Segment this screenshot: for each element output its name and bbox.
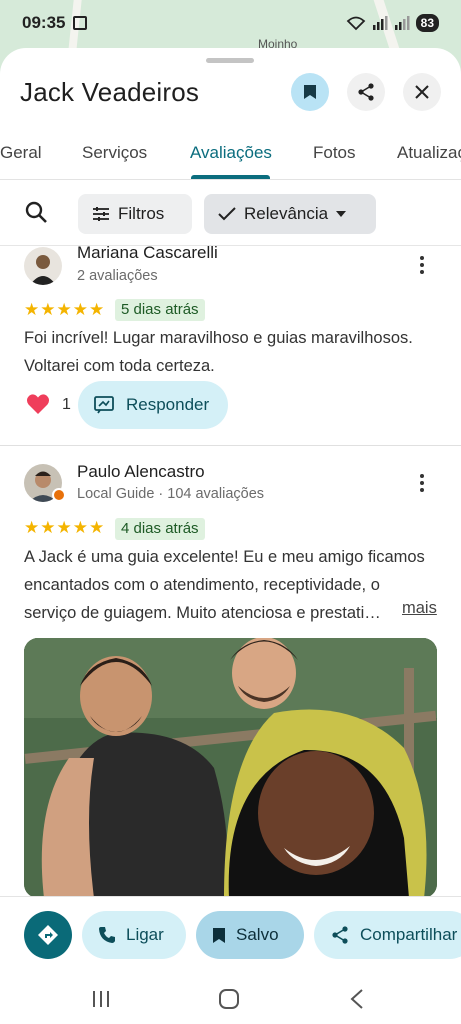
dropdown-arrow-icon [336, 211, 347, 217]
tab-geral[interactable]: Geral [0, 143, 42, 163]
star-icon: ★ [24, 518, 40, 537]
signal-icon-2 [394, 16, 410, 30]
heart-reaction-icon[interactable] [26, 393, 50, 415]
close-button[interactable] [403, 73, 441, 111]
star-icon: ★ [89, 300, 105, 319]
tab-servicos[interactable]: Serviços [82, 143, 147, 163]
back-icon [350, 989, 363, 1009]
home-icon [219, 989, 239, 1009]
call-button[interactable]: Ligar [82, 911, 186, 959]
battery-indicator: 83 [415, 14, 439, 32]
review-filter-row: Filtros Relevância [0, 186, 461, 246]
share-button[interactable] [347, 73, 385, 111]
share-icon [358, 83, 374, 101]
call-label: Ligar [126, 925, 164, 944]
review-text-line: serviço de guiagem. Muito atenciosa e pr… [24, 604, 381, 622]
review-photo[interactable] [24, 638, 437, 898]
tab-atualizacoes[interactable]: Atualizações [397, 143, 461, 163]
active-tab-indicator [191, 175, 270, 179]
review-card: Mariana Cascarelli 2 avaliações ★ ★ ★ ★ … [0, 243, 461, 445]
reply-label: Responder [126, 395, 210, 414]
header-actions [291, 73, 441, 111]
share-icon [332, 926, 348, 944]
saved-button[interactable]: Salvo [196, 911, 304, 959]
bookmark-icon [213, 927, 225, 943]
read-more-link[interactable]: mais [402, 599, 437, 618]
title-row: Jack Veadeiros [0, 70, 461, 114]
bookmark-icon [304, 85, 316, 99]
review-text: A Jack é uma guia excelente! Eu e meu am… [24, 543, 425, 627]
star-icon: ★ [72, 300, 88, 319]
reaction-count: 1 [62, 396, 71, 413]
review-divider [0, 445, 461, 446]
review-date-badge: 4 dias atrás [115, 518, 205, 540]
place-action-bar: Ligar Salvo Compartilhar [0, 896, 461, 980]
review-text-line: Foi incrível! Lugar maravilhoso e guias … [24, 329, 413, 347]
review-photo-image [24, 638, 437, 898]
screen-record-icon [73, 16, 88, 30]
share-label: Compartilhar [360, 925, 458, 944]
reviewer-name[interactable]: Mariana Cascarelli [77, 243, 218, 263]
sort-relevance-chip[interactable]: Relevância [204, 194, 376, 234]
status-icons: 83 [346, 14, 439, 32]
directions-icon [38, 925, 58, 945]
tab-avaliacoes[interactable]: Avaliações [190, 143, 272, 163]
place-title: Jack Veadeiros [20, 76, 200, 107]
back-button[interactable] [342, 984, 372, 1014]
star-icon: ★ [89, 518, 105, 537]
star-icon: ★ [56, 518, 72, 537]
more-options-button[interactable] [412, 254, 432, 276]
system-nav-bar [0, 980, 461, 1024]
place-sheet: Jack Veadeiros Geral Serviços Avaliações… [0, 48, 461, 1024]
review-card: Paulo Alencastro Local Guide · 104 avali… [0, 462, 461, 902]
star-icon: ★ [72, 518, 88, 537]
tune-icon [93, 207, 109, 221]
avatar[interactable] [24, 247, 62, 285]
signal-icon [372, 16, 388, 30]
save-button[interactable] [291, 73, 329, 111]
more-options-button[interactable] [412, 472, 432, 494]
review-text-line: A Jack é uma guia excelente! Eu e meu am… [24, 548, 425, 566]
check-icon [218, 207, 236, 221]
star-icon: ★ [24, 300, 40, 319]
star-icon: ★ [40, 518, 56, 537]
review-text-line: Voltarei com toda certeza. [24, 357, 215, 375]
tab-fotos[interactable]: Fotos [313, 143, 356, 163]
close-icon [415, 85, 429, 99]
wifi-icon [346, 16, 365, 31]
star-rating: ★ ★ ★ ★ ★ [24, 301, 104, 319]
review-date-badge: 5 dias atrás [115, 299, 205, 321]
recent-apps-icon [93, 991, 109, 1007]
recent-apps-button[interactable] [86, 984, 116, 1014]
search-icon [25, 201, 47, 223]
reviewer-name[interactable]: Paulo Alencastro [77, 462, 205, 482]
status-bar: 09:35 83 [0, 0, 461, 46]
sort-label: Relevância [244, 204, 329, 223]
avatar-image [24, 247, 62, 285]
review-text: Foi incrível! Lugar maravilhoso e guias … [24, 324, 444, 380]
search-reviews-button[interactable] [24, 200, 52, 228]
local-guide-badge-icon [52, 488, 66, 502]
sheet-drag-handle[interactable] [206, 58, 254, 63]
home-button[interactable] [214, 984, 244, 1014]
filters-label: Filtros [118, 204, 165, 223]
tab-bar: Geral Serviços Avaliações Fotos Atualiza… [0, 130, 461, 180]
star-icon: ★ [56, 300, 72, 319]
reviewer-meta: Local Guide · 104 avaliações [77, 486, 265, 502]
reply-icon [94, 396, 114, 414]
share-place-button[interactable]: Compartilhar [314, 911, 461, 959]
star-rating: ★ ★ ★ ★ ★ [24, 519, 104, 537]
filters-chip[interactable]: Filtros [78, 194, 192, 234]
phone-icon [99, 927, 115, 943]
reply-button[interactable]: Responder [78, 381, 228, 429]
directions-button[interactable] [24, 911, 72, 959]
reviewer-meta: 2 avaliações [77, 268, 158, 284]
status-time: 09:35 [22, 13, 66, 32]
review-text-line: encantados com o atendimento, receptivid… [24, 576, 380, 594]
saved-label: Salvo [236, 925, 279, 944]
star-icon: ★ [40, 300, 56, 319]
